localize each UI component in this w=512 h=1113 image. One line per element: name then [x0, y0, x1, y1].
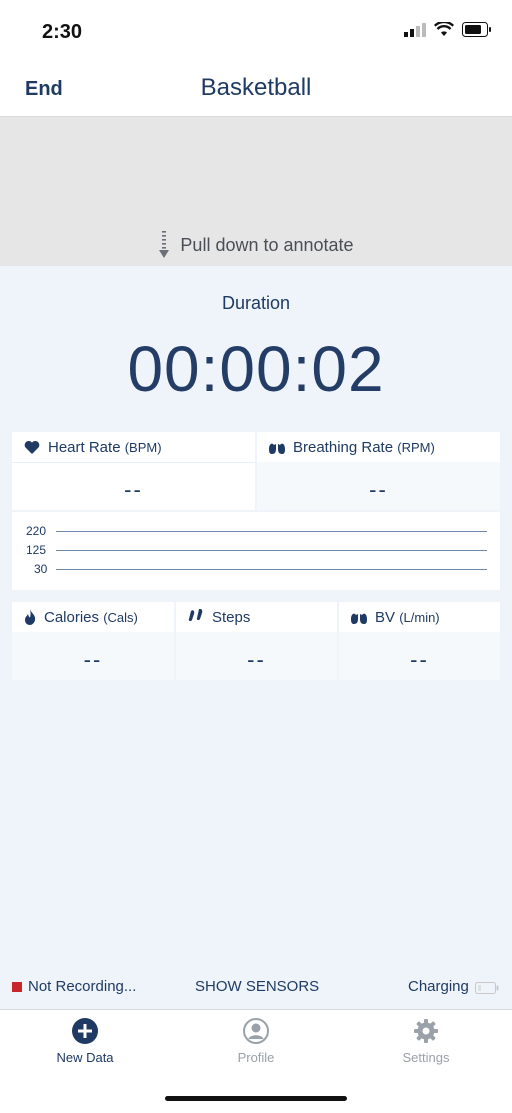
- flame-icon: [25, 609, 36, 625]
- tab-profile-label: Profile: [237, 1050, 275, 1065]
- charging-battery-icon: [475, 982, 499, 994]
- gauge-level-125: 125: [26, 543, 47, 557]
- charging-status: Charging: [408, 978, 469, 995]
- steps-label: Steps: [212, 608, 251, 626]
- steps-card: Steps --: [176, 602, 337, 680]
- pull-down-arrow-icon: [159, 231, 170, 258]
- signal-icon: [404, 22, 426, 37]
- duration-label: Duration: [221, 293, 291, 313]
- gear-icon: [414, 1019, 438, 1043]
- steps-header: Steps: [176, 602, 250, 632]
- recording-indicator-icon: [12, 982, 22, 992]
- bv-unit: (L/min): [399, 609, 440, 625]
- tab-settings[interactable]: Settings: [341, 1018, 511, 1065]
- status-bar: 2:30: [0, 0, 512, 64]
- bv-card: BV (L/min) --: [339, 602, 500, 680]
- breathing-rate-header: Breathing Rate (RPM): [257, 432, 500, 462]
- heart-rate-card: Heart Rate (BPM) --: [12, 432, 255, 510]
- breathing-rate-label: Breathing Rate: [293, 438, 394, 456]
- steps-value: --: [247, 647, 266, 672]
- heart-rate-label: Heart Rate: [48, 438, 121, 456]
- annotate-pull-area[interactable]: Pull down to annotate: [0, 117, 512, 266]
- calories-value: --: [83, 647, 103, 672]
- gauge-line-220: [56, 531, 487, 532]
- recording-status: Not Recording...: [28, 978, 137, 995]
- lungs-icon: [351, 609, 367, 624]
- bv-header: BV (L/min): [339, 602, 440, 632]
- status-icons: [404, 22, 492, 37]
- tab-new-data[interactable]: New Data: [0, 1018, 170, 1065]
- duration-value: 00:00:02: [127, 333, 385, 405]
- annotate-hint: Pull down to annotate: [0, 231, 512, 259]
- calories-unit: (Cals): [103, 609, 138, 625]
- footer-status-row: Not Recording... SHOW SENSORS Charging: [0, 978, 512, 998]
- lungs-icon: [269, 439, 285, 454]
- battery-icon: [462, 22, 491, 37]
- show-sensors-button[interactable]: SHOW SENSORS: [195, 978, 319, 995]
- calories-header: Calories (Cals): [12, 602, 138, 632]
- gauge-line-30: [56, 569, 487, 570]
- footsteps-icon: [188, 609, 203, 622]
- home-indicator[interactable]: [165, 1096, 347, 1101]
- bv-value: --: [410, 647, 429, 672]
- breathing-rate-unit: (RPM): [397, 439, 435, 455]
- annotate-hint-text: Pull down to annotate: [180, 234, 354, 255]
- gauge-line-125: [56, 550, 487, 551]
- status-time: 2:30: [42, 21, 83, 43]
- gauge-level-30: 30: [34, 562, 48, 576]
- bv-label: BV: [375, 608, 396, 626]
- heart-rate-unit: (BPM): [124, 439, 162, 455]
- tab-new-data-label: New Data: [56, 1050, 114, 1065]
- tab-profile[interactable]: Profile: [171, 1018, 341, 1065]
- rate-gauge: 220 125 30: [12, 512, 500, 590]
- breathing-rate-card: Breathing Rate (RPM) --: [257, 432, 500, 510]
- breathing-rate-value: --: [369, 477, 388, 502]
- calories-card: Calories (Cals) --: [12, 602, 174, 680]
- person-icon: [243, 1018, 269, 1044]
- heart-rate-header: Heart Rate (BPM): [12, 432, 162, 462]
- heart-rate-value: --: [124, 477, 143, 502]
- gauge-level-220: 220: [26, 524, 47, 538]
- tab-settings-label: Settings: [402, 1050, 450, 1065]
- navigation-bar: End Basketball: [0, 64, 512, 117]
- heart-icon: [24, 440, 40, 454]
- plus-circle-icon: [72, 1018, 98, 1044]
- page-title: Basketball: [200, 74, 312, 101]
- calories-label: Calories: [44, 608, 100, 626]
- wifi-icon: [434, 22, 454, 36]
